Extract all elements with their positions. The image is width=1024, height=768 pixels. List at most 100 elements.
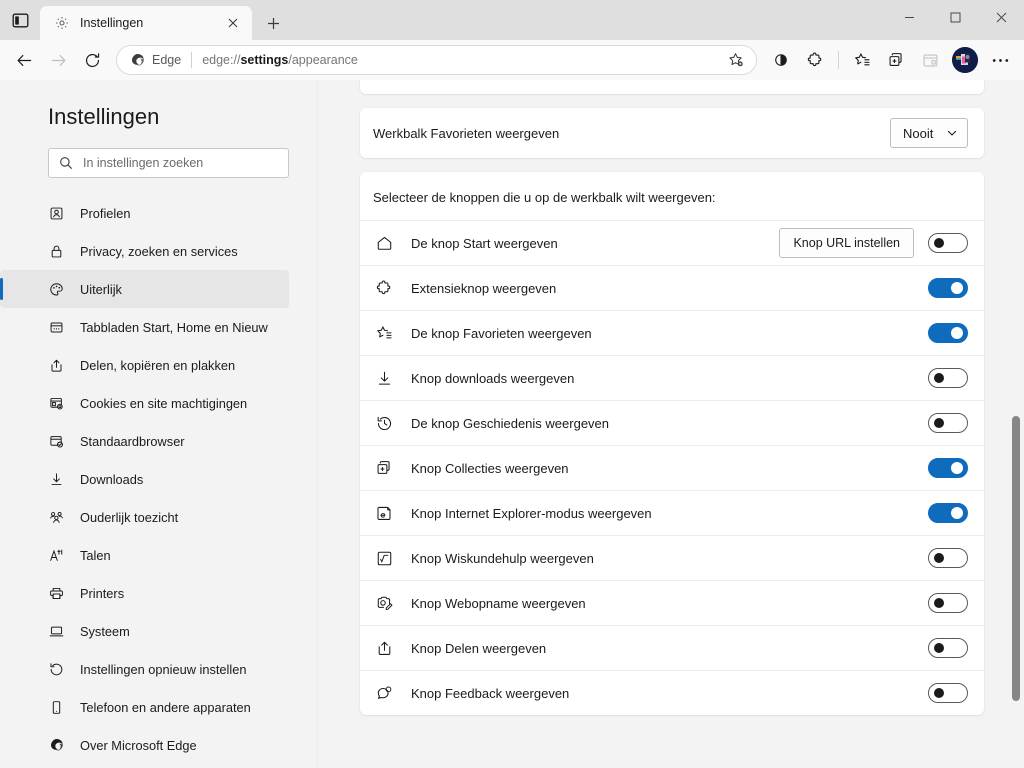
sidebar-item-tabbladen[interactable]: Tabbladen Start, Home en Nieuw bbox=[0, 308, 289, 346]
clipped-card-above bbox=[360, 80, 984, 94]
printer-icon bbox=[48, 585, 64, 601]
toggle-knob bbox=[934, 598, 944, 608]
url-suffix: /appearance bbox=[288, 53, 358, 67]
toggle-knob bbox=[934, 688, 944, 698]
browser-toolbar: Edge edge://settings/appearance bbox=[0, 40, 1024, 80]
scrollbar-thumb[interactable] bbox=[1012, 416, 1020, 701]
collections-icon bbox=[373, 460, 395, 477]
new-tab-button[interactable] bbox=[256, 8, 290, 38]
toggle-history-button[interactable] bbox=[928, 413, 968, 433]
favorites-bar-label: Werkbalk Favorieten weergeven bbox=[373, 125, 560, 141]
system-icon bbox=[48, 623, 64, 639]
title-bar: Instellingen bbox=[0, 0, 1024, 40]
sidebar-item-standaardbrowser[interactable]: Standaardbrowser bbox=[0, 422, 289, 460]
sidebar-item-label: Systeem bbox=[80, 623, 130, 639]
profile-avatar[interactable] bbox=[952, 47, 978, 73]
sidebar-item-downloads[interactable]: Downloads bbox=[0, 460, 289, 498]
sidebar-item-printers[interactable]: Printers bbox=[0, 574, 289, 612]
cookies-icon bbox=[48, 395, 64, 411]
edge-logo-icon: Edge bbox=[130, 53, 181, 68]
extensions-icon[interactable] bbox=[799, 44, 831, 76]
set-button-url-button[interactable]: Knop URL instellen bbox=[779, 228, 914, 258]
toggle-math-solver-button[interactable] bbox=[928, 548, 968, 568]
toolbar-row-collections: Knop Collecties weergeven bbox=[360, 445, 984, 490]
sidebar-item-cookies[interactable]: Cookies en site machtigingen bbox=[0, 384, 289, 422]
home-icon bbox=[373, 235, 395, 252]
toolbar-row-share: Knop Delen weergeven bbox=[360, 625, 984, 670]
sidebar-item-label: Over Microsoft Edge bbox=[80, 737, 197, 753]
toggle-web-capture-button[interactable] bbox=[928, 593, 968, 613]
toolbar-row-ie-mode: Knop Internet Explorer-modus weergeven bbox=[360, 490, 984, 535]
toggle-start-button[interactable] bbox=[928, 233, 968, 253]
split-screen-icon[interactable] bbox=[765, 44, 797, 76]
toggle-knob bbox=[951, 507, 963, 519]
maximize-button[interactable] bbox=[932, 0, 978, 34]
sidebar-item-label: Delen, kopiëren en plakken bbox=[80, 357, 236, 373]
close-icon[interactable] bbox=[222, 12, 244, 34]
toolbar-row-label: De knop Favorieten weergeven bbox=[411, 325, 592, 341]
address-bar[interactable]: Edge edge://settings/appearance bbox=[116, 45, 757, 75]
toolbar-row-label: Knop Delen weergeven bbox=[411, 640, 547, 656]
favorites-bar-dropdown[interactable]: Nooit bbox=[890, 118, 968, 148]
search-box[interactable] bbox=[48, 148, 289, 178]
omnibox-divider bbox=[191, 52, 193, 68]
toolbar-row-label: Knop downloads weergeven bbox=[411, 370, 575, 386]
toolbar-row-favorites: De knop Favorieten weergeven bbox=[360, 310, 984, 355]
favorites-icon[interactable] bbox=[846, 44, 878, 76]
sidebar-item-label: Privacy, zoeken en services bbox=[80, 243, 238, 259]
search-input[interactable] bbox=[83, 156, 278, 170]
next-section-partial bbox=[360, 729, 984, 743]
toolbar-row-label: De knop Start weergeven bbox=[411, 235, 558, 251]
window-controls bbox=[886, 0, 1024, 34]
toolbar-row-extensions: Extensieknop weergeven bbox=[360, 265, 984, 310]
extensions-icon bbox=[373, 279, 395, 297]
forward-arrow-icon bbox=[42, 44, 74, 76]
toolbar-divider bbox=[838, 51, 839, 69]
collections-icon[interactable] bbox=[880, 44, 912, 76]
sidebar-item-over-edge[interactable]: Over Microsoft Edge bbox=[0, 726, 289, 764]
sidebar-item-telefoon[interactable]: Telefoon en andere apparaten bbox=[0, 688, 289, 726]
sidebar-item-ouderlijk-toezicht[interactable]: Ouderlijk toezicht bbox=[0, 498, 289, 536]
sidebar-item-delen[interactable]: Delen, kopiëren en plakken bbox=[0, 346, 289, 384]
sidebar-item-profielen[interactable]: Profielen bbox=[0, 194, 289, 232]
toggle-ie-mode-button[interactable] bbox=[928, 503, 968, 523]
toolbar-row-feedback: Knop Feedback weergeven bbox=[360, 670, 984, 715]
sidebar-item-label: Talen bbox=[80, 547, 111, 563]
toggle-collections-button[interactable] bbox=[928, 458, 968, 478]
favorites-bar-card: Werkbalk Favorieten weergeven Nooit bbox=[360, 108, 984, 158]
sidebar-item-uiterlijk[interactable]: Uiterlijk bbox=[0, 270, 289, 308]
sidebar-item-label: Instellingen opnieuw instellen bbox=[80, 661, 247, 677]
sidebar-item-systeem[interactable]: Systeem bbox=[0, 612, 289, 650]
more-options-icon[interactable] bbox=[984, 44, 1016, 76]
sidebar-item-reset[interactable]: Instellingen opnieuw instellen bbox=[0, 650, 289, 688]
minimize-button[interactable] bbox=[886, 0, 932, 34]
toolbar-row-label: Knop Wiskundehulp weergeven bbox=[411, 550, 594, 566]
refresh-icon[interactable] bbox=[76, 44, 108, 76]
tab-title: Instellingen bbox=[80, 16, 144, 30]
back-arrow-icon[interactable] bbox=[8, 44, 40, 76]
sidebar-item-privacy[interactable]: Privacy, zoeken en services bbox=[0, 232, 289, 270]
sidebar-item-talen[interactable]: Talen bbox=[0, 536, 289, 574]
toolbar-row-label: Knop Webopname weergeven bbox=[411, 595, 586, 611]
toggle-favorites-button[interactable] bbox=[928, 323, 968, 343]
palette-icon bbox=[48, 281, 64, 297]
toggle-knob bbox=[934, 373, 944, 383]
toggle-downloads-button[interactable] bbox=[928, 368, 968, 388]
tab-actions-icon[interactable] bbox=[0, 0, 40, 40]
toolbar-row-label: Extensieknop weergeven bbox=[411, 280, 557, 296]
content-scrollbar[interactable] bbox=[1010, 80, 1022, 768]
browser-tab[interactable]: Instellingen bbox=[40, 6, 252, 40]
settings-sidebar: Instellingen Profie bbox=[0, 80, 318, 768]
edge-logo-icon bbox=[48, 737, 64, 753]
toggle-feedback-button[interactable] bbox=[928, 683, 968, 703]
toggle-extensions-button[interactable] bbox=[928, 278, 968, 298]
family-icon bbox=[48, 509, 64, 525]
toggle-knob bbox=[934, 238, 944, 248]
toolbar-row-label: Knop Collecties weergeven bbox=[411, 460, 569, 476]
toggle-share-button[interactable] bbox=[928, 638, 968, 658]
close-window-button[interactable] bbox=[978, 0, 1024, 34]
downloads-icon bbox=[373, 370, 395, 387]
add-favorite-star-icon[interactable] bbox=[722, 47, 750, 73]
feedback-icon bbox=[373, 685, 395, 702]
reset-icon bbox=[48, 661, 64, 677]
